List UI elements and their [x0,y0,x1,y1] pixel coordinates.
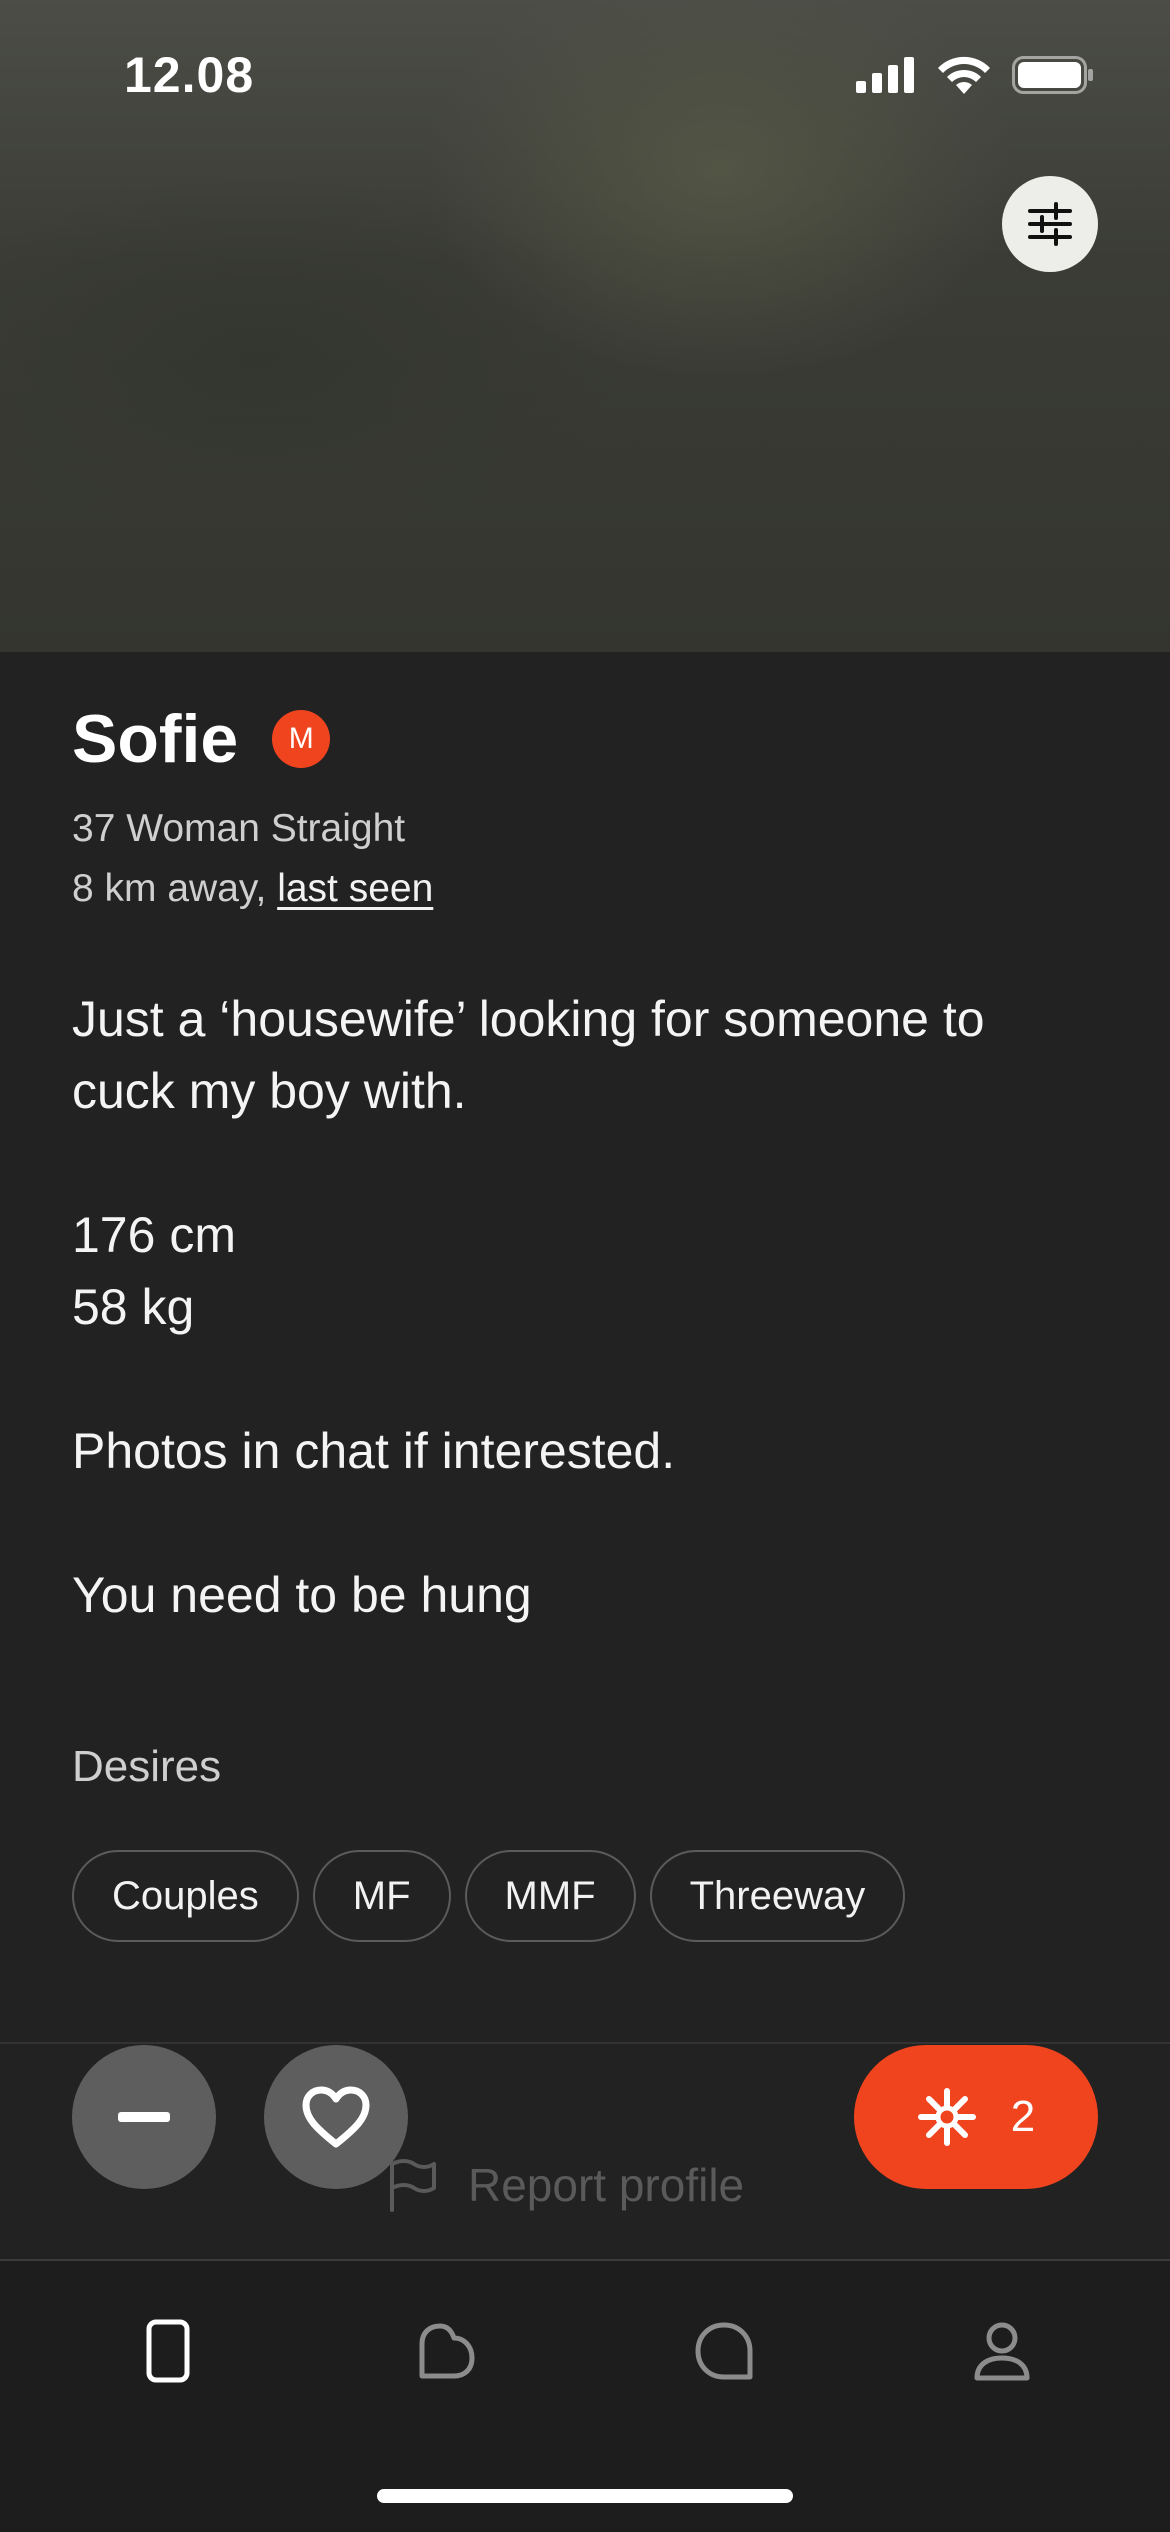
tab-chat[interactable] [688,2315,760,2387]
pass-button[interactable] [72,2045,216,2189]
status-bar: 12.08 [0,0,1170,150]
minus-icon [118,2112,170,2122]
flag-icon [390,2159,436,2212]
heart-icon [302,2086,370,2148]
bio: Just a ‘housewife’ looking for someone t… [72,983,1098,1631]
bio-paragraph: Photos in chat if interested. [72,1423,676,1479]
sparkle-icon [917,2088,976,2146]
desire-tag[interactable]: Threeway [649,1850,906,1942]
bio-measurements: 176 cm 58 kg [72,1199,1098,1343]
report-profile-link[interactable]: Report profile [386,2158,744,2212]
bio-paragraph: You need to be hung [72,1567,532,1623]
profile-info: Sofie M 37 Woman Straight 8 km away, las… [72,705,1098,1703]
wifi-icon [938,56,990,94]
bio-height: 176 cm [72,1207,236,1263]
desire-tag[interactable]: Couples [72,1850,299,1942]
demographics: 37 Woman Straight [72,807,406,850]
home-indicator [377,2489,793,2503]
chat-bubble-icon [695,2322,753,2380]
desires-title: Desires [72,1742,222,1791]
profile-name: Sofie [72,701,239,777]
bio-weight: 58 kg [72,1279,195,1335]
status-time: 12.08 [124,47,255,103]
distance-row: 8 km away, last seen [72,859,1098,919]
desires-tags: Couples MF MMF Threeway [72,1850,906,1942]
report-profile-label: Report profile [468,2159,745,2211]
battery-icon [1012,56,1093,94]
profile-meta: 37 Woman Straight 8 km away, last seen [72,799,1098,919]
spark-count: 2 [1010,2092,1036,2141]
last-seen-link[interactable]: last seen [277,867,433,910]
tab-profile[interactable] [966,2315,1038,2387]
filter-button[interactable] [1002,176,1098,272]
profile-icon [974,2322,1030,2381]
spark-button[interactable]: 2 [854,2045,1098,2189]
sliders-icon [1028,202,1072,246]
tab-browse[interactable] [132,2315,204,2387]
like-button[interactable] [264,2045,408,2189]
phone-card-icon [146,2319,190,2383]
distance: 8 km away, [72,867,267,910]
bio-paragraph: Just a ‘housewife’ looking for someone t… [72,991,985,1119]
cellular-signal-icon [856,57,914,93]
dating-icon [419,2323,475,2379]
membership-badge: M [272,710,331,768]
desire-tag[interactable]: MMF [464,1850,636,1942]
status-icons [856,56,1094,94]
tab-dating[interactable] [410,2315,482,2387]
name-row: Sofie M [72,705,1098,773]
desire-tag[interactable]: MF [312,1850,451,1942]
